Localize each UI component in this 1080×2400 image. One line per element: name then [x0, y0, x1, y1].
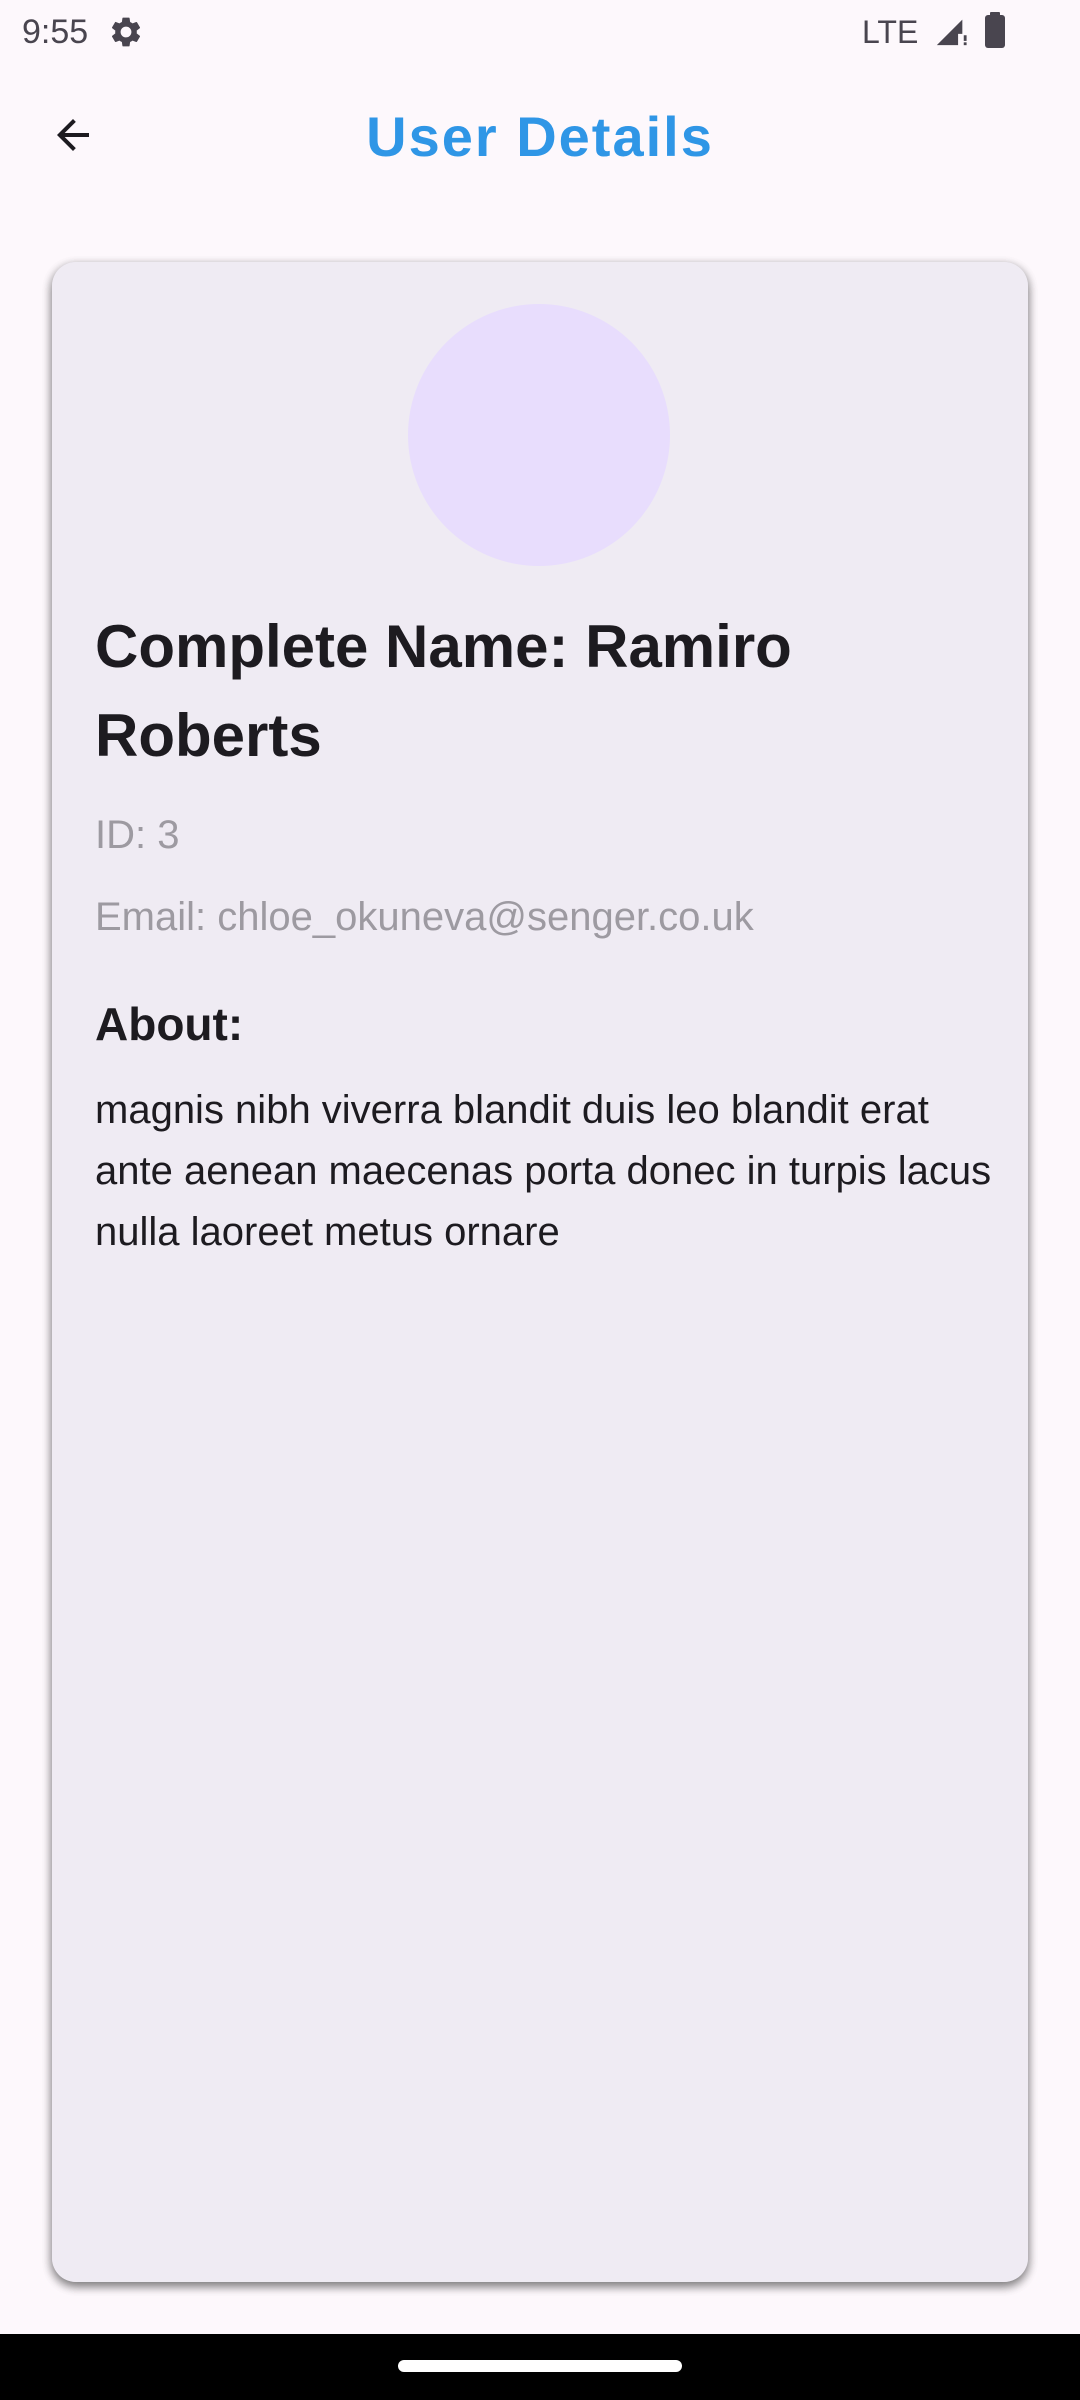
avatar	[408, 304, 670, 566]
user-id: ID: 3	[95, 813, 180, 857]
app-bar: User Details	[0, 64, 1080, 204]
user-complete-name: Complete Name: Ramiro Roberts	[95, 613, 792, 769]
about-text: magnis nibh viverra blandit duis leo bla…	[95, 1088, 992, 1254]
signal-icon	[934, 14, 968, 48]
network-type: LTE	[862, 14, 919, 50]
page-title: User Details	[366, 105, 714, 168]
user-email: Email: chloe_okuneva@senger.co.uk	[95, 895, 754, 939]
profile-card-body: Complete Name: Ramiro Roberts ID: 3 Emai…	[52, 262, 1028, 2282]
gear-icon	[108, 14, 144, 50]
status-time: 9:55	[22, 13, 89, 51]
battery-icon	[984, 12, 1006, 48]
home-indicator[interactable]	[398, 2360, 682, 2372]
about-heading: About:	[95, 998, 244, 1050]
status-bar: 9:55 LTE	[0, 0, 1080, 64]
